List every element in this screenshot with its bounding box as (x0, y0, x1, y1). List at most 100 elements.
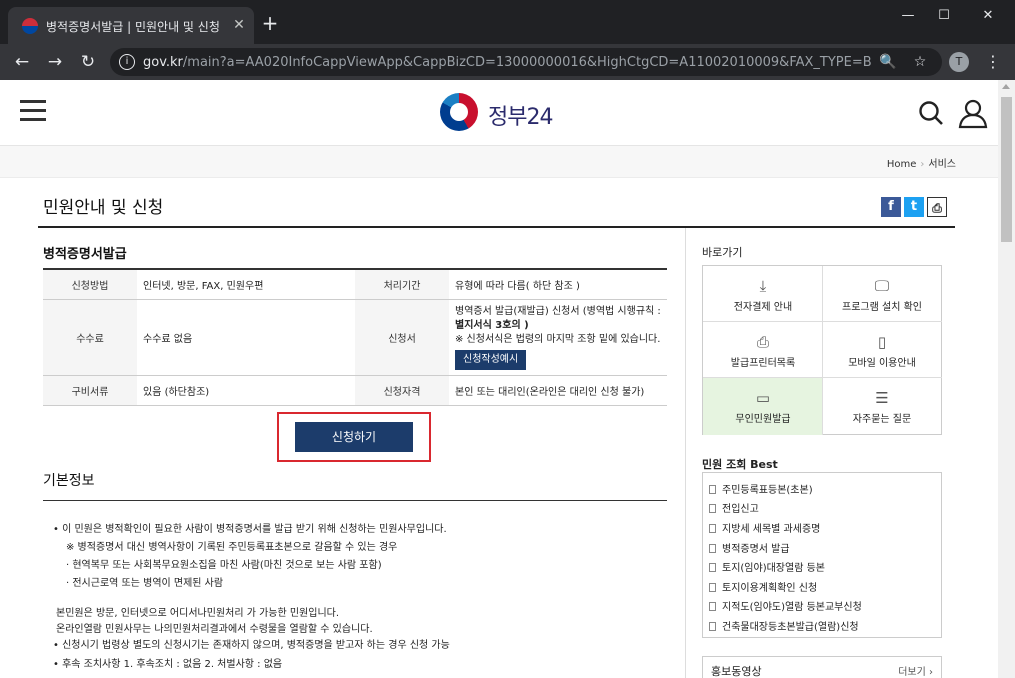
quick-link-label: 무인민원발급 (735, 414, 791, 425)
page-viewport: 정부24 Home › 서비스 민원안내 및 신청 f t ⎙ 병적증명서발급 신청… (0, 80, 998, 678)
chat-icon: ☰ (875, 389, 889, 407)
right-sidebar: 바로가기 ⤓ 전자결제 안내 🖵 프로그램 설치 확인 ⎙ 발급프린터목록 ▯ … (685, 228, 955, 678)
url-text[interactable]: gov.kr/main?a=AA020InfoCappViewApp&CappB… (143, 55, 873, 70)
list-item[interactable]: 지방세 세목별 과세증명 (709, 520, 820, 535)
quick-link-payment[interactable]: ⤓ 전자결제 안내 (703, 266, 823, 322)
promo-video-title: 홍보동영상 (711, 665, 762, 678)
gov24-logo[interactable]: 정부24 (440, 93, 570, 133)
twitter-icon[interactable]: t (904, 197, 924, 217)
list-item[interactable]: 병적증명서 발급 (709, 540, 790, 555)
browser-tab-bar: 병적증명서발급 | 민원안내 및 신청 ✕ + — ☐ ✕ (0, 0, 1015, 44)
breadcrumb-home[interactable]: Home (887, 159, 917, 170)
quick-link-label: 프로그램 설치 확인 (842, 302, 922, 313)
facebook-icon[interactable]: f (881, 197, 901, 217)
apply-button-highlight: 신청하기 (277, 412, 431, 462)
form-cell: 병역증서 발급(재발급) 신청서 (병역법 시행규칙 : 별지서식 3호의 ) … (449, 299, 667, 376)
document-icon (709, 583, 716, 592)
page-scrollbar[interactable] (998, 80, 1015, 678)
promo-video-box: 홍보동영상 더보기 › (702, 656, 942, 678)
list-item[interactable]: 전입신고 (709, 500, 759, 515)
table-row: 구비서류 있음 (하단참조) 신청자격 본인 또는 대리인(온라인은 대리인 신… (43, 375, 667, 406)
basic-info-line: · 전시근로역 또는 병역이 면제된 사람 (66, 578, 224, 589)
basic-info-title: 기본정보 (43, 473, 95, 489)
hamburger-menu-icon[interactable] (20, 100, 46, 122)
form-value-line: 별지서식 3호의 ) (455, 319, 529, 331)
list-item[interactable]: 주민등록표등본(초본) (709, 481, 813, 496)
fee-value: 수수료 없음 (137, 299, 355, 376)
basic-info-line: ※ 병적증명서 대신 병역사항이 기록된 주민등록표초본으로 갈음할 수 있는 … (66, 542, 398, 553)
new-tab-button[interactable]: + (259, 12, 281, 34)
popular-list: 주민등록표등본(초본) 전입신고 지방세 세목별 과세증명 병적증명서 발급 토… (702, 472, 942, 638)
apply-button[interactable]: 신청하기 (295, 422, 413, 452)
maximize-button[interactable]: ☐ (926, 6, 962, 26)
printer-icon: ⎙ (756, 333, 769, 351)
breadcrumb-service[interactable]: 서비스 (928, 159, 956, 170)
close-window-button[interactable]: ✕ (970, 6, 1006, 26)
search-icon[interactable] (918, 100, 944, 126)
document-icon (709, 563, 716, 572)
list-item[interactable]: 토지이용계획확인 신청 (709, 579, 817, 594)
basic-info-line: 온라인열람 민원사무는 나의민원처리결과에서 수령물을 열람할 수 있습니다. (56, 624, 373, 635)
quick-link-label: 전자결제 안내 (733, 302, 793, 313)
list-item[interactable]: 지적도(임야도)열람 등본교부신청 (709, 598, 862, 613)
download-icon: ⤓ (759, 277, 767, 295)
document-icon (709, 602, 716, 611)
quick-link-label: 모바일 이용안내 (848, 358, 916, 369)
document-icon (709, 485, 716, 494)
favicon-icon (22, 18, 38, 34)
list-item[interactable]: 건축물대장등초본발급(열람)신청 (709, 618, 859, 633)
fee-label: 수수료 (43, 299, 137, 376)
quick-link-printers[interactable]: ⎙ 발급프린터목록 (703, 322, 823, 378)
method-label: 신청방법 (43, 269, 137, 300)
promo-video-more-link[interactable]: 더보기 › (898, 663, 933, 678)
document-icon (709, 622, 716, 631)
quick-link-kiosk[interactable]: ▭ 무인민원발급 (703, 378, 823, 435)
list-item[interactable]: 토지(임야)대장열람 등본 (709, 559, 825, 574)
quick-link-faq[interactable]: ☰ 자주묻는 질문 (822, 378, 942, 435)
scrollbar-thumb[interactable] (1001, 97, 1012, 242)
info-icon[interactable]: i (119, 54, 135, 70)
print-icon[interactable]: ⎙ (927, 197, 947, 217)
user-icon[interactable] (957, 97, 989, 129)
form-note: ※ 신청서식은 법령의 마지막 조항 밑에 있습니다. (455, 333, 661, 345)
logo-text: 정부24 (488, 105, 553, 130)
reload-icon[interactable]: ↻ (76, 50, 100, 74)
page-title: 민원안내 및 신청 (43, 198, 164, 218)
form-sample-button[interactable]: 신청작성예시 (455, 349, 527, 370)
document-icon (709, 544, 716, 553)
taegeuk-logo-icon (440, 93, 478, 131)
minimize-button[interactable]: — (890, 6, 926, 26)
basic-info-line: • 이 민원은 병적확인이 필요한 사람이 병적증명서를 발급 받기 위해 신청… (53, 524, 447, 535)
quick-link-mobile[interactable]: ▯ 모바일 이용안내 (822, 322, 942, 378)
docs-label: 구비서류 (43, 375, 137, 406)
qualification-value: 본인 또는 대리인(온라인은 대리인 신청 불가) (449, 375, 667, 406)
breadcrumb-separator: › (920, 159, 925, 170)
document-icon (709, 524, 716, 533)
back-arrow-icon[interactable]: ← (10, 50, 34, 74)
scroll-up-arrow-icon[interactable] (1002, 84, 1010, 89)
monitor-icon: 🖵 (874, 277, 890, 295)
quick-link-label: 자주묻는 질문 (852, 414, 912, 425)
document-icon (709, 504, 716, 513)
tab-title: 병적증명서발급 | 민원안내 및 신청 (46, 20, 220, 34)
browser-tab[interactable]: 병적증명서발급 | 민원안내 및 신청 ✕ (8, 7, 254, 44)
browser-toolbar: ← → ↻ i gov.kr/main?a=AA020InfoCappViewA… (0, 44, 1015, 80)
kiosk-icon: ▭ (755, 389, 771, 407)
info-table: 신청방법 인터넷, 방문, FAX, 민원우편 처리기간 유형에 따라 다름( … (43, 268, 667, 406)
bookmark-star-icon[interactable]: ☆ (910, 52, 930, 72)
basic-info-divider (43, 500, 667, 501)
quick-links-title: 바로가기 (702, 246, 743, 259)
quick-link-program-check[interactable]: 🖵 프로그램 설치 확인 (822, 266, 942, 322)
forward-arrow-icon[interactable]: → (43, 50, 67, 74)
address-bar[interactable]: i gov.kr/main?a=AA020InfoCappViewApp&Cap… (110, 48, 942, 76)
section-title: 병적증명서발급 (43, 247, 127, 262)
search-engine-icon[interactable]: 🔍 (878, 52, 898, 72)
browser-menu-icon[interactable]: ⋮ (983, 52, 1003, 72)
tab-close-icon[interactable]: ✕ (230, 16, 248, 34)
basic-info-line: • 신청시기 법령상 별도의 신청시기는 존재하지 않으며, 병적증명을 받고자… (53, 640, 450, 651)
method-value: 인터넷, 방문, FAX, 민원우편 (137, 269, 355, 300)
quick-link-label: 발급프린터목록 (730, 358, 796, 369)
profile-avatar[interactable]: T (949, 52, 969, 72)
basic-info-line: 본민원은 방문, 인터넷으로 어디서나민원처리 가 가능한 민원입니다. (56, 608, 340, 619)
period-value: 유형에 따라 다름( 하단 참조 ) (449, 269, 667, 300)
